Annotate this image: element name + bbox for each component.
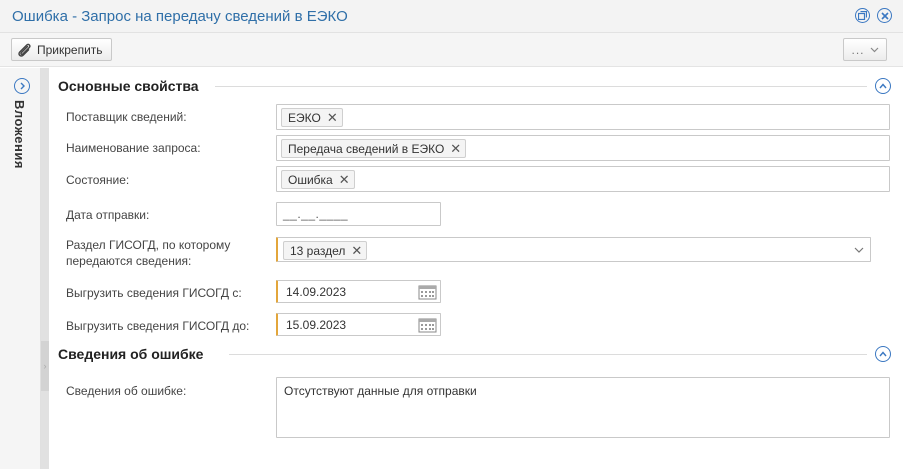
export-to-date-value: 15.09.2023 [286,318,347,332]
state-tag-label: Ошибка [288,172,333,187]
section-divider [229,354,867,355]
state-tag: Ошибка ✕ [281,170,355,189]
remove-tag-icon[interactable]: ✕ [351,244,362,257]
window-title: Ошибка - Запрос на передачу сведений в Е… [12,8,348,25]
gisogd-section-tag-label: 13 раздел [290,243,346,258]
state-field[interactable]: Ошибка ✕ [276,166,890,192]
gisogd-section-tag: 13 раздел ✕ [283,241,368,260]
toolbar [0,33,903,67]
supplier-tag: ЕЭКО ✕ [281,108,343,127]
splitter-handle[interactable]: › [41,341,49,391]
remove-tag-icon[interactable]: ✕ [339,173,350,186]
paperclip-icon [18,43,31,57]
remove-tag-icon[interactable]: ✕ [450,142,461,155]
gisogd-section-select[interactable]: 13 раздел ✕ [276,237,871,262]
collapse-main-icon[interactable] [875,78,891,94]
supplier-label: Поставщик сведений: [66,110,187,124]
export-from-date-value: 14.09.2023 [286,285,347,299]
gisogd-section-label-line1: Раздел ГИСОГД, по которому [66,238,231,252]
attach-button[interactable]: Прикрепить [11,38,112,61]
error-info-value: Отсутствуют данные для отправки [284,384,477,398]
send-date-label: Дата отправки: [66,208,150,222]
expand-sidebar-icon[interactable] [14,78,30,94]
close-icon[interactable] [877,8,892,23]
restore-icon[interactable] [855,8,870,23]
request-name-label: Наименование запроса: [66,141,201,155]
more-actions-button[interactable]: ... [843,38,887,61]
calendar-icon[interactable] [418,317,437,333]
more-actions-label: ... [851,42,865,57]
attachments-tab[interactable]: Вложения [12,100,27,169]
remove-tag-icon[interactable]: ✕ [327,111,338,124]
window-titlebar: Ошибка - Запрос на передачу сведений в Е… [0,0,903,33]
send-date-input[interactable]: __.__.____ [276,202,441,226]
export-to-label: Выгрузить сведения ГИСОГД до: [66,319,250,333]
supplier-field[interactable]: ЕЭКО ✕ [276,104,890,130]
export-to-date-input[interactable]: 15.09.2023 [276,313,441,336]
supplier-tag-label: ЕЭКО [288,110,321,125]
section-title-error: Сведения об ошибке [58,346,204,362]
attach-button-label: Прикрепить [37,42,103,57]
error-info-label: Сведения об ошибке: [66,384,187,398]
request-name-tag-label: Передача сведений в ЕЭКО [288,141,445,156]
send-date-placeholder: __.__.____ [283,207,349,221]
chevron-down-icon [870,47,878,52]
request-name-tag: Передача сведений в ЕЭКО ✕ [281,139,467,158]
attachments-sidebar: Вложения [0,68,41,469]
section-divider [215,86,867,87]
gisogd-section-label-line2: передаются сведения: [66,254,192,268]
request-name-field[interactable]: Передача сведений в ЕЭКО ✕ [276,135,890,161]
state-label: Состояние: [66,173,130,187]
section-title-main: Основные свойства [58,78,199,94]
error-info-textarea[interactable]: Отсутствуют данные для отправки [276,377,890,438]
collapse-error-icon[interactable] [875,346,891,362]
export-from-label: Выгрузить сведения ГИСОГД с: [66,286,242,300]
export-from-date-input[interactable]: 14.09.2023 [276,280,441,303]
chevron-down-icon[interactable] [854,246,864,254]
sidebar-splitter[interactable] [41,68,49,469]
calendar-icon[interactable] [418,284,437,300]
